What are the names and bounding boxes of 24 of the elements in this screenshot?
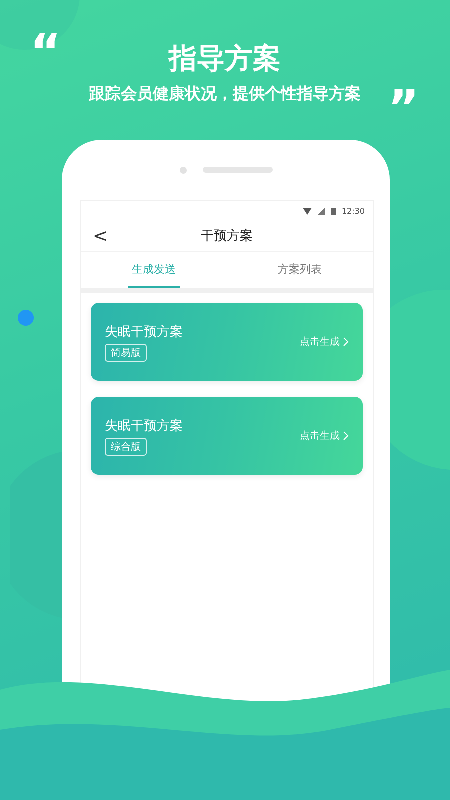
generate-link[interactable]: 点击生成 xyxy=(300,429,349,443)
tab[interactable]: 方案列表 xyxy=(274,252,326,288)
banner-title: 指导方案 xyxy=(169,41,281,77)
plan-badge: 综合版 xyxy=(105,438,147,456)
chevron-icon xyxy=(343,431,349,441)
plan-title: 失眠干预方案 xyxy=(105,418,183,434)
quote-mark: ” xyxy=(388,84,420,132)
camera-dot xyxy=(180,166,186,174)
status-time: 12:30 xyxy=(342,206,365,216)
battery-icon xyxy=(330,207,336,215)
plan-card[interactable]: 失眠干预方案 简易版 点击生成 xyxy=(91,303,363,381)
generate-link[interactable]: 点击生成 xyxy=(300,335,349,349)
banner-subtitle: 跟踪会员健康状况，提供个性指导方案 xyxy=(89,84,361,105)
wifi-icon xyxy=(302,208,312,214)
quote-mark: “ xyxy=(30,28,62,76)
signal-icon xyxy=(318,208,325,214)
back-button[interactable]: < xyxy=(93,226,108,246)
plan-badge: 简易版 xyxy=(105,344,147,362)
page-title: 干预方案 xyxy=(201,228,253,245)
chevron-icon xyxy=(343,337,349,347)
dot-decoration xyxy=(17,309,35,327)
plan-title: 失眠干预方案 xyxy=(105,324,183,340)
plan-card[interactable]: 失眠干预方案 综合版 点击生成 xyxy=(91,397,363,475)
speaker-slot xyxy=(202,167,272,173)
